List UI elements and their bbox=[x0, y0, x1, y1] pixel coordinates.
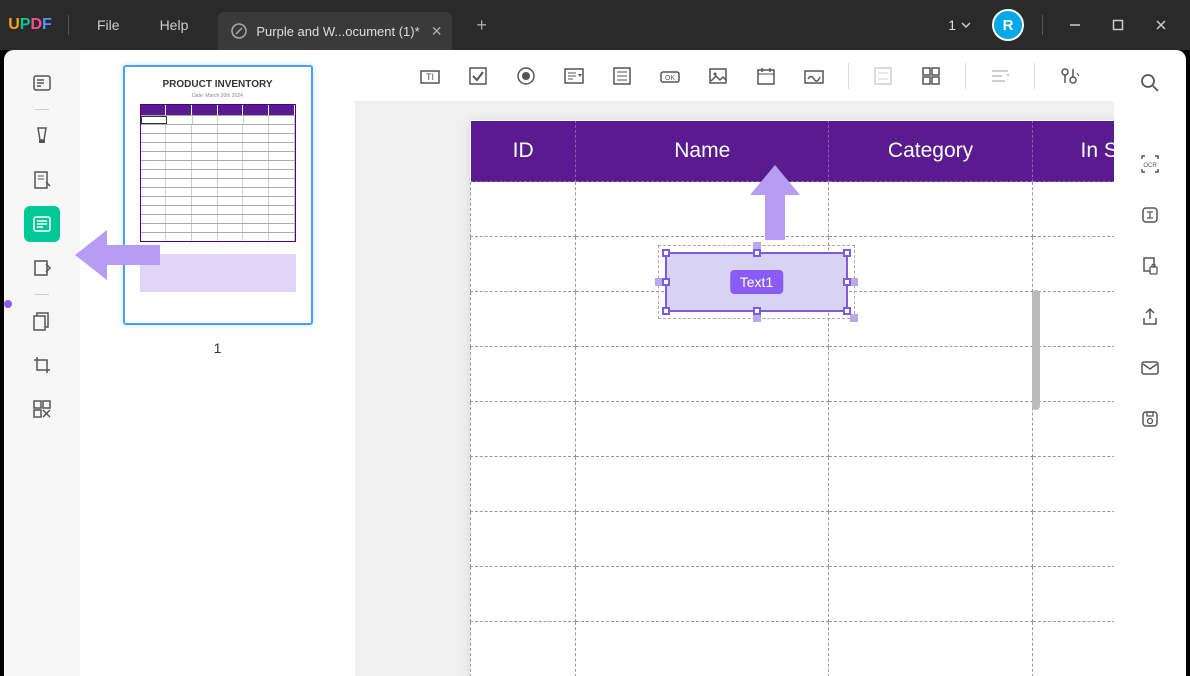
thumb-footer bbox=[140, 254, 296, 292]
column-name: Name bbox=[576, 121, 829, 182]
image-field-button[interactable] bbox=[700, 58, 736, 94]
form-tool[interactable] bbox=[24, 206, 60, 242]
thumb-date: Date: March 20th 2024 bbox=[192, 93, 243, 99]
separator bbox=[35, 109, 49, 110]
tab-title: Purple and W...ocument (1)* bbox=[256, 24, 419, 39]
form-toolbar: TI OK bbox=[355, 50, 1114, 102]
text-field-button[interactable]: TI bbox=[412, 58, 448, 94]
active-indicator-dot bbox=[4, 300, 12, 308]
search-button[interactable] bbox=[1132, 65, 1168, 101]
page-indicator[interactable]: 1 bbox=[948, 17, 972, 33]
radio-button[interactable] bbox=[508, 58, 544, 94]
left-toolbar bbox=[4, 50, 80, 676]
column-stock: In Stock Qty bbox=[1032, 121, 1114, 182]
canvas-area: TI OK ID Name Category In Sto bbox=[355, 50, 1114, 676]
thumb-title: PRODUCT INVENTORY bbox=[162, 79, 272, 90]
separator bbox=[35, 294, 49, 295]
thumb-table bbox=[140, 104, 296, 242]
share-button[interactable] bbox=[1132, 299, 1168, 335]
close-window-button[interactable] bbox=[1142, 10, 1180, 40]
tab-pencil-icon bbox=[230, 22, 248, 40]
date-field-button[interactable] bbox=[748, 58, 784, 94]
user-avatar[interactable]: R bbox=[992, 9, 1024, 41]
tools-menu-button[interactable] bbox=[1051, 58, 1087, 94]
organize-tool[interactable] bbox=[24, 391, 60, 427]
svg-text:OCR: OCR bbox=[1143, 163, 1157, 169]
vertical-scrollbar[interactable] bbox=[1032, 290, 1040, 410]
document-page[interactable]: ID Name Category In Stock Qty Selling bbox=[470, 120, 1114, 676]
protect-button[interactable] bbox=[1132, 248, 1168, 284]
menu-help[interactable]: Help bbox=[140, 17, 209, 33]
alignment-button[interactable] bbox=[982, 58, 1018, 94]
column-category: Category bbox=[829, 121, 1033, 182]
separator bbox=[848, 63, 849, 89]
convert-button[interactable] bbox=[1132, 197, 1168, 233]
inventory-table: ID Name Category In Stock Qty Selling bbox=[470, 120, 1114, 676]
field-label-badge: Text1 bbox=[730, 270, 783, 294]
app-logo: UPDF bbox=[0, 16, 60, 34]
checkbox-button[interactable] bbox=[460, 58, 496, 94]
ruler-tool[interactable] bbox=[24, 250, 60, 286]
menu-file[interactable]: File bbox=[77, 17, 140, 33]
field-order-button[interactable] bbox=[913, 58, 949, 94]
thumbnail-number: 1 bbox=[214, 340, 222, 356]
minimize-button[interactable] bbox=[1056, 10, 1094, 40]
tab-close-button[interactable]: ✕ bbox=[428, 22, 446, 40]
email-button[interactable] bbox=[1132, 350, 1168, 386]
new-tab-button[interactable]: + bbox=[467, 10, 497, 40]
chevron-down-icon bbox=[960, 19, 972, 31]
document-tab[interactable]: Purple and W...ocument (1)* ✕ bbox=[218, 12, 451, 50]
divider bbox=[68, 15, 69, 35]
button-field-button[interactable]: OK bbox=[652, 58, 688, 94]
main-area: PRODUCT INVENTORY Date: March 20th 2024 bbox=[4, 50, 1186, 676]
divider bbox=[1042, 15, 1043, 35]
ocr-button[interactable]: OCR bbox=[1132, 146, 1168, 182]
column-id: ID bbox=[471, 121, 576, 182]
annotate-tool[interactable] bbox=[24, 162, 60, 198]
thumbnail-panel: PRODUCT INVENTORY Date: March 20th 2024 bbox=[80, 50, 355, 676]
separator bbox=[1034, 63, 1035, 89]
right-toolbar: OCR bbox=[1114, 50, 1186, 676]
listbox-button[interactable] bbox=[604, 58, 640, 94]
page-number: 1 bbox=[948, 17, 956, 33]
highlighter-tool[interactable] bbox=[24, 118, 60, 154]
dropdown-button[interactable] bbox=[556, 58, 592, 94]
svg-text:OK: OK bbox=[665, 75, 675, 82]
page-tool[interactable] bbox=[24, 303, 60, 339]
reader-tool[interactable] bbox=[24, 65, 60, 101]
titlebar: UPDF File Help Purple and W...ocument (1… bbox=[0, 0, 1190, 50]
svg-text:TI: TI bbox=[426, 72, 434, 82]
text-field-selection[interactable]: Text1 bbox=[665, 252, 848, 312]
maximize-button[interactable] bbox=[1099, 10, 1137, 40]
page-thumbnail[interactable]: PRODUCT INVENTORY Date: March 20th 2024 bbox=[123, 65, 313, 325]
save-button[interactable] bbox=[1132, 401, 1168, 437]
crop-tool[interactable] bbox=[24, 347, 60, 383]
form-recognition-button[interactable] bbox=[865, 58, 901, 94]
separator bbox=[965, 63, 966, 89]
signature-field-button[interactable] bbox=[796, 58, 832, 94]
